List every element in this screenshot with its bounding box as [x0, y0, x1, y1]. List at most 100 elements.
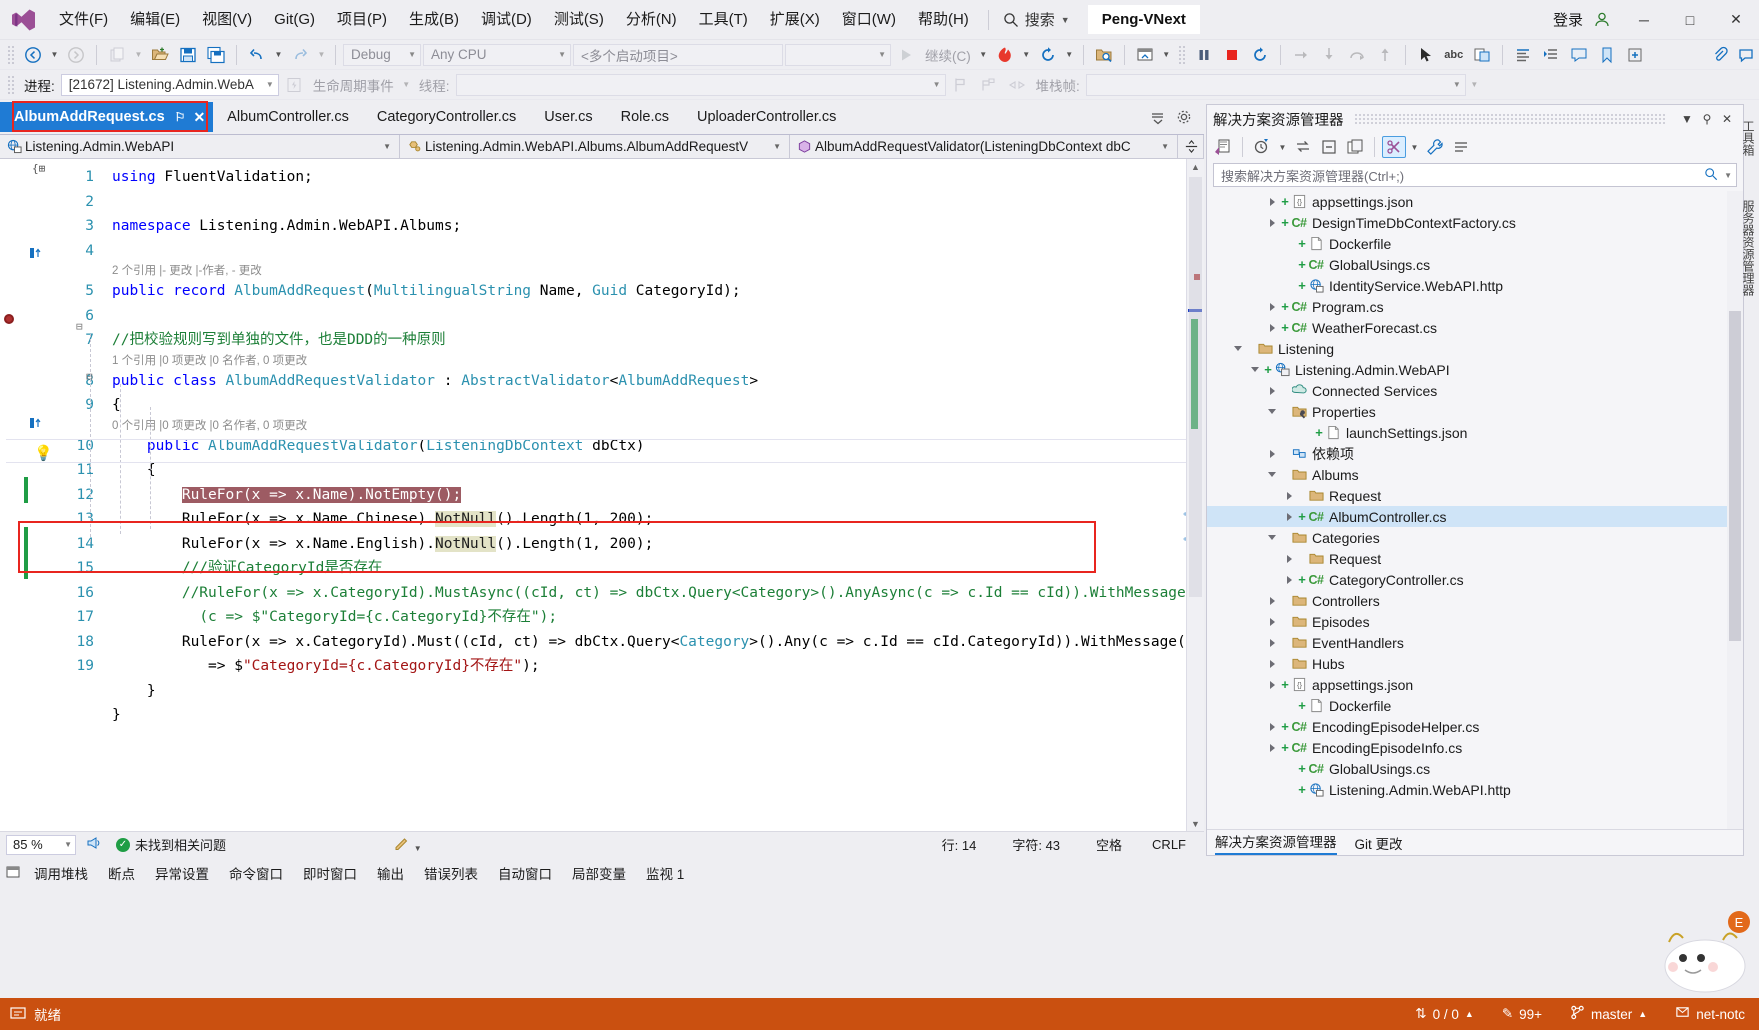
save-icon[interactable] — [175, 43, 201, 67]
dock-tab-watch-1[interactable]: 监视 1 — [636, 860, 694, 886]
chevron-right-icon[interactable] — [1264, 383, 1280, 399]
tree-item[interactable]: + C# EncodingEpisodeHelper.cs — [1207, 716, 1743, 737]
lightbulb-icon[interactable]: 💡 — [34, 444, 53, 462]
pending-changes-dropdown[interactable]: ▼ — [1276, 135, 1289, 159]
step-over-icon[interactable] — [1344, 43, 1370, 67]
chevron-right-icon[interactable] — [1264, 446, 1280, 462]
extra-combo[interactable]: ▼ — [785, 43, 891, 66]
footer-tab-git-changes[interactable]: Git 更改 — [1355, 833, 1403, 853]
close-icon[interactable]: ✕ — [193, 109, 205, 126]
dock-tab-callstack[interactable]: 调用堆栈 — [24, 860, 98, 886]
tab-category-controller[interactable]: CategoryController.cs — [362, 102, 531, 132]
start-debug-icon[interactable] — [893, 43, 919, 67]
global-search[interactable]: 搜索 ▼ — [997, 6, 1076, 33]
stackframe-combo[interactable]: ▼ — [1085, 73, 1466, 96]
scroll-thumb[interactable] — [1729, 311, 1741, 641]
chevron-down-icon[interactable] — [1264, 404, 1280, 420]
split-view-icon[interactable] — [1178, 134, 1204, 159]
open-file-icon[interactable] — [147, 43, 173, 67]
menu-help[interactable]: 帮助(H) — [907, 5, 980, 35]
chevron-right-icon[interactable] — [1264, 719, 1280, 735]
pointer-icon[interactable] — [1413, 43, 1439, 67]
redo-icon[interactable] — [287, 43, 313, 67]
tree-item[interactable]: + C# CategoryController.cs — [1207, 569, 1743, 590]
menu-file[interactable]: 文件(F) — [48, 5, 119, 35]
new-item-dropdown[interactable]: ▼ — [132, 43, 145, 67]
collapse-toggle[interactable]: ⊟ — [76, 315, 83, 340]
navbar-member[interactable]: AlbumAddRequestValidator(ListeningDbCont… — [790, 134, 1178, 159]
tree-item[interactable]: + C# WeatherForecast.cs — [1207, 317, 1743, 338]
solution-explorer-search[interactable]: 搜索解决方案资源管理器(Ctrl+;) ▼ — [1213, 163, 1737, 187]
scroll-up-arrow[interactable]: ▲ — [1187, 159, 1204, 175]
abc-icon[interactable]: abc — [1441, 43, 1467, 67]
close-icon[interactable]: ✕ — [1717, 109, 1737, 129]
collapse-all-icon[interactable] — [1317, 136, 1341, 158]
window-layout-icon[interactable] — [1132, 43, 1158, 67]
menu-extensions[interactable]: 扩展(X) — [759, 5, 831, 35]
pin-icon[interactable]: ⚐ — [175, 110, 186, 124]
indent-icon[interactable] — [1538, 43, 1564, 67]
undo-dropdown[interactable]: ▼ — [272, 43, 285, 67]
menu-debug[interactable]: 调试(D) — [470, 5, 543, 35]
editor-vertical-scrollbar[interactable]: ▲ ▼ — [1186, 159, 1204, 832]
dock-tab-command-window[interactable]: 命令窗口 — [219, 860, 293, 886]
dock-tab-output[interactable]: 输出 — [367, 860, 414, 886]
sync-with-active-icon[interactable] — [1291, 136, 1315, 158]
flag-icon[interactable] — [948, 73, 974, 97]
pending-changes[interactable]: ✎ 99+ — [1488, 998, 1556, 1030]
live-share-icon[interactable] — [1469, 43, 1495, 67]
attach-icon[interactable] — [1707, 43, 1733, 67]
dock-tab-autos[interactable]: 自动窗口 — [488, 860, 562, 886]
attach-to-process-icon[interactable] — [1091, 43, 1117, 67]
tree-item[interactable]: Request — [1207, 548, 1743, 569]
new-item-icon[interactable] — [104, 43, 130, 67]
breakpoint-marker[interactable] — [4, 314, 14, 324]
navigate-forward-icon[interactable] — [63, 43, 89, 67]
edit-icon[interactable]: ▼ — [394, 835, 422, 854]
codelens-line-8[interactable]: 1 个引用 |0 项更改 |0 名作者, 0 项更改 — [112, 353, 1204, 369]
tree-item[interactable]: Controllers — [1207, 590, 1743, 611]
tab-album-controller[interactable]: AlbumController.cs — [213, 102, 363, 132]
toolbar-grip[interactable] — [7, 44, 15, 65]
line-ending-indicator[interactable]: CRLF — [1152, 837, 1204, 852]
tree-item[interactable]: Categories — [1207, 527, 1743, 548]
notifications[interactable]: net-notc — [1661, 998, 1759, 1030]
tree-item[interactable]: Request — [1207, 485, 1743, 506]
tree-item[interactable]: + {} appsettings.json — [1207, 674, 1743, 695]
lifecycle-label[interactable]: 生命周期事件 — [309, 75, 398, 95]
tab-role[interactable]: Role.cs — [606, 102, 683, 132]
tree-item[interactable]: + Listening.Admin.WebAPI.http — [1207, 779, 1743, 800]
chevron-right-icon[interactable] — [1264, 740, 1280, 756]
undo-icon[interactable] — [244, 43, 270, 67]
solution-tree[interactable]: +{} appsettings.json + C# DesignTimeDbContex… — [1207, 191, 1743, 829]
wrench-icon[interactable] — [1423, 136, 1447, 158]
chevron-down-icon[interactable]: ▼ — [1061, 15, 1070, 25]
branch-selector[interactable]: master ▲ — [1556, 998, 1661, 1030]
stop-icon[interactable] — [1219, 43, 1245, 67]
platform-combo[interactable]: Any CPU ▼ — [423, 43, 571, 66]
navbar-type[interactable]: Listening.Admin.WebAPI.Albums.AlbumAddRe… — [400, 134, 790, 159]
back-to-code-icon[interactable] — [1211, 136, 1235, 158]
chevron-right-icon[interactable] — [1264, 194, 1280, 210]
chevron-right-icon[interactable] — [1281, 572, 1297, 588]
properties-dropdown[interactable]: ▼ — [1408, 135, 1421, 159]
chevron-right-icon[interactable] — [1281, 488, 1297, 504]
pin-icon[interactable]: ⚲ — [1697, 109, 1717, 129]
tree-item[interactable]: + Dockerfile — [1207, 233, 1743, 254]
pending-changes-icon[interactable] — [1250, 136, 1274, 158]
configuration-combo[interactable]: Debug ▼ — [343, 43, 421, 66]
dock-tab-locals[interactable]: 局部变量 — [562, 860, 636, 886]
dock-tab-exception-settings[interactable]: 异常设置 — [145, 860, 219, 886]
announcement-icon[interactable] — [86, 835, 102, 854]
sign-in-link[interactable]: 登录 — [1547, 9, 1589, 30]
menu-tools[interactable]: 工具(T) — [688, 5, 759, 35]
link-icon[interactable] — [1004, 73, 1030, 97]
close-button[interactable]: ✕ — [1713, 0, 1759, 40]
navigate-back-dropdown[interactable]: ▼ — [48, 43, 61, 67]
restart-icon[interactable] — [1035, 43, 1061, 67]
tree-item[interactable]: + C# GlobalUsings.cs — [1207, 758, 1743, 779]
side-tab-toolbox[interactable]: 工具箱 — [1740, 120, 1757, 156]
zoom-level-combo[interactable]: 85 % ▼ — [6, 834, 76, 855]
tree-item[interactable]: + Dockerfile — [1207, 695, 1743, 716]
thread-combo[interactable]: ▼ — [455, 73, 946, 96]
